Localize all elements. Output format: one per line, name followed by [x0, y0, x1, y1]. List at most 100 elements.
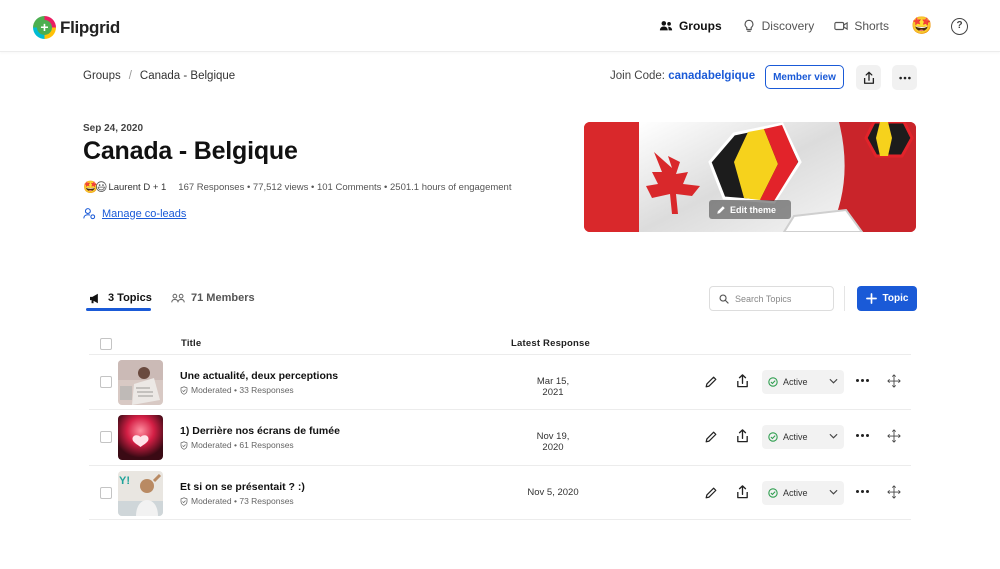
chevron-down-icon: [829, 489, 838, 495]
shield-check-icon: [180, 496, 188, 506]
nav-groups-label: Groups: [678, 19, 722, 33]
megaphone-icon: [90, 293, 98, 303]
nav-items: Groups Discovery Shorts 🤩 ?: [659, 0, 1000, 52]
tab-members[interactable]: 71 Members: [171, 292, 255, 304]
search-input[interactable]: [735, 293, 825, 304]
logo-text: Flipgrid: [60, 17, 120, 37]
topic-thumbnail: [118, 360, 163, 405]
help-icon[interactable]: ?: [951, 17, 968, 35]
lead-names: Laurent D + 1: [108, 181, 167, 193]
breadcrumb-groups-link[interactable]: Groups: [83, 70, 121, 82]
pencil-icon[interactable]: [704, 486, 718, 500]
move-handle-icon[interactable]: [887, 485, 901, 499]
more-horizontal-icon: [898, 76, 911, 79]
thumbnail-newspaper-image: [118, 360, 163, 405]
share-icon[interactable]: [735, 484, 750, 500]
status-dropdown[interactable]: Active: [762, 481, 844, 505]
shield-check-icon: [180, 385, 188, 395]
pencil-icon[interactable]: [704, 430, 718, 444]
search-topics: [709, 286, 834, 311]
thumbnail-heart-image: [118, 415, 163, 460]
check-circle-icon: [768, 488, 778, 498]
status-dropdown[interactable]: Active: [762, 425, 844, 449]
edit-theme-label: Edit theme: [730, 204, 777, 215]
topic-title[interactable]: Et si on se présentait ? :): [180, 481, 305, 493]
share-icon[interactable]: [735, 428, 750, 444]
topic-meta: Moderated • 33 Responses: [180, 385, 294, 395]
breadcrumb-separator: /: [128, 70, 132, 82]
nav-shorts-label: Shorts: [854, 19, 889, 33]
row-more-options[interactable]: [856, 434, 869, 437]
top-nav: Flipgrid Groups Discovery Shorts 🤩 ?: [0, 0, 1000, 52]
table-row[interactable]: Y! Et si on se présentait ? :) Moderated…: [89, 465, 911, 520]
join-code-value[interactable]: canadabelgique: [668, 70, 755, 82]
chevron-down-icon: [829, 433, 838, 439]
manage-coleads-label: Manage co-leads: [102, 207, 187, 220]
video-camera-icon: [834, 21, 849, 31]
status-label: Active: [783, 377, 808, 387]
lead-avatars[interactable]: 🤩😃: [83, 180, 108, 194]
row-more-options[interactable]: [856, 490, 869, 493]
chevron-down-icon: [829, 378, 838, 384]
thumbnail-person-image: Y!: [118, 471, 163, 516]
group-stats: 🤩😃 Laurent D + 1 167 Responses • 77,512 …: [83, 180, 511, 194]
nav-discovery-label: Discovery: [761, 19, 815, 33]
move-handle-icon[interactable]: [887, 374, 901, 388]
tab-members-label: 71 Members: [191, 292, 255, 304]
share-button[interactable]: [856, 65, 881, 90]
row-checkbox[interactable]: [100, 376, 112, 388]
status-label: Active: [783, 432, 808, 442]
logo-icon: [33, 16, 56, 39]
breadcrumb: Groups / Canada - Belgique: [83, 70, 235, 82]
plus-icon: [865, 293, 877, 304]
check-circle-icon: [768, 432, 778, 442]
table-row[interactable]: Une actualité, deux perceptions Moderate…: [89, 354, 911, 409]
topic-thumbnail: [118, 415, 163, 460]
status-dropdown[interactable]: Active: [762, 370, 844, 394]
join-code-label: Join Code:: [610, 70, 665, 82]
nav-groups[interactable]: Groups: [659, 19, 722, 33]
topic-meta: Moderated • 61 Responses: [180, 440, 294, 450]
row-checkbox[interactable]: [100, 487, 112, 499]
active-tab-indicator: [86, 308, 151, 311]
pencil-icon[interactable]: [704, 375, 718, 389]
tab-topics[interactable]: 3 Topics: [89, 292, 152, 304]
user-avatar[interactable]: 🤩: [911, 15, 933, 37]
people-icon: [659, 21, 673, 31]
manage-coleads-link[interactable]: Manage co-leads: [83, 207, 186, 220]
nav-shorts[interactable]: Shorts: [834, 19, 889, 33]
row-checkbox[interactable]: [100, 431, 112, 443]
topic-meta-text: Moderated • 61 Responses: [191, 440, 294, 450]
topic-meta-text: Moderated • 33 Responses: [191, 385, 294, 395]
shield-check-icon: [180, 440, 188, 450]
share-icon[interactable]: [735, 373, 750, 389]
topic-meta: Moderated • 73 Responses: [180, 496, 294, 506]
page-title: Canada - Belgique: [83, 137, 298, 165]
search-icon: [719, 293, 729, 304]
group-date: Sep 24, 2020: [83, 123, 144, 134]
edit-theme-button[interactable]: Edit theme: [709, 200, 791, 219]
row-more-options[interactable]: [856, 379, 869, 382]
column-latest-response[interactable]: Latest Response: [511, 338, 590, 349]
table-row[interactable]: 1) Derrière nos écrans de fumée Moderate…: [89, 409, 911, 464]
latest-response-date: Mar 15, 2021: [536, 376, 570, 398]
column-title[interactable]: Title: [181, 338, 201, 349]
engagement-stats: 167 Responses • 77,512 views • 101 Comme…: [178, 181, 512, 193]
flipgrid-logo[interactable]: Flipgrid: [33, 16, 120, 39]
more-options-button[interactable]: [892, 65, 917, 90]
topic-title[interactable]: Une actualité, deux perceptions: [180, 370, 338, 382]
share-icon: [863, 71, 874, 84]
check-circle-icon: [768, 377, 778, 387]
add-topic-button[interactable]: Topic: [857, 286, 917, 311]
select-all-checkbox[interactable]: [100, 338, 112, 350]
divider: [844, 286, 845, 311]
join-code: Join Code: canadabelgique: [610, 70, 755, 82]
move-handle-icon[interactable]: [887, 429, 901, 443]
topic-thumbnail: Y!: [118, 471, 163, 516]
topic-title[interactable]: 1) Derrière nos écrans de fumée: [180, 425, 340, 437]
nav-discovery[interactable]: Discovery: [742, 19, 815, 33]
member-view-button[interactable]: Member view: [765, 65, 844, 89]
svg-text:Y!: Y!: [119, 475, 130, 487]
members-icon: [171, 293, 185, 302]
latest-response-date: Nov 19, 2020: [536, 431, 570, 453]
